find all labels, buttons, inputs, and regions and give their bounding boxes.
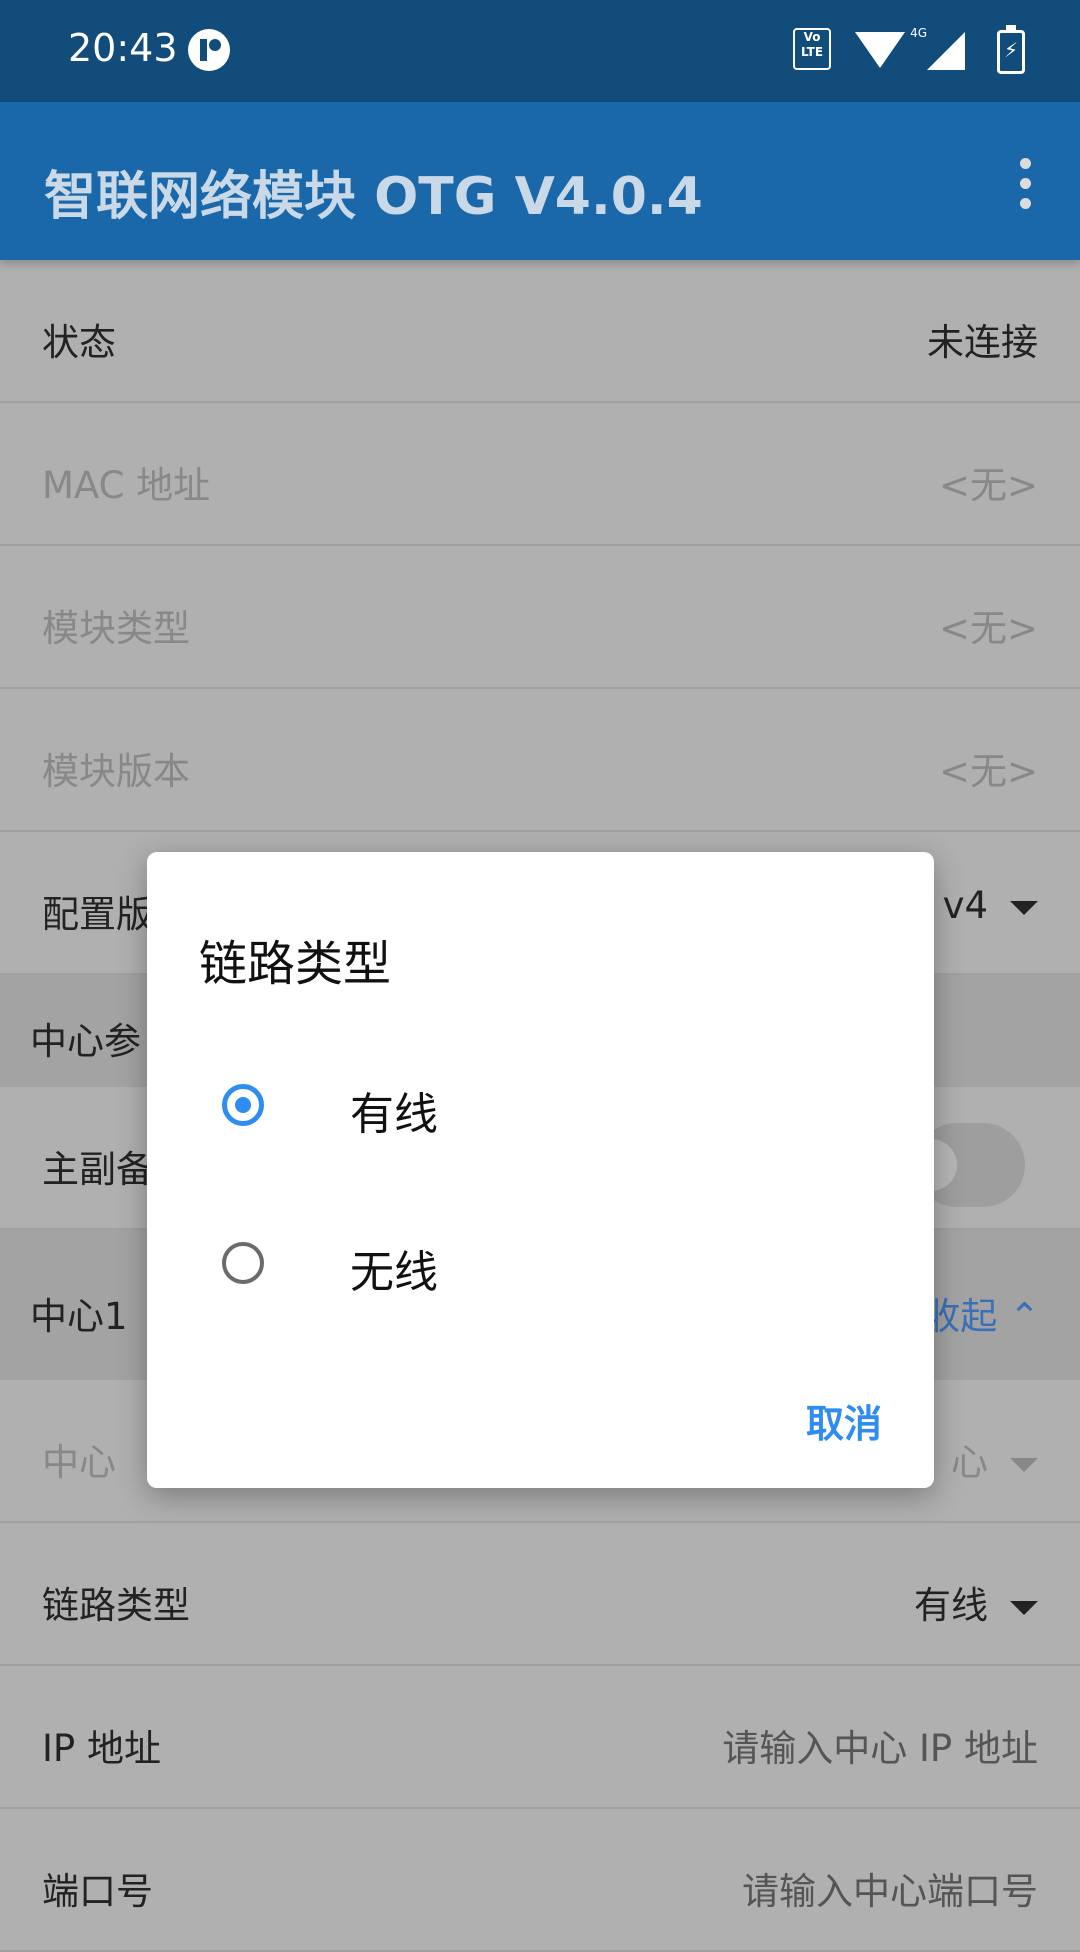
chevron-up-icon: ⌃ (1008, 1295, 1040, 1338)
option-wired[interactable]: 有线 (147, 1036, 934, 1176)
link-type-label: 链路类型 (42, 1584, 190, 1627)
battery-charging-icon: ⚡ (997, 25, 1025, 74)
radio-selected-icon[interactable] (222, 1084, 264, 1126)
link-type-value: 有线 (914, 1584, 988, 1627)
status-bar: 20:43 Vo LTE 4G ⚡ (0, 0, 1080, 102)
dialog-title: 链路类型 (199, 936, 392, 992)
ip-input[interactable]: 请输入中心 IP 地址 (722, 1718, 1038, 1772)
status-icons: Vo LTE 4G ⚡ (765, 25, 1025, 74)
page-title: 智联网络模块 OTG V4.0.4 (44, 167, 703, 227)
network-type-label: 4G (910, 26, 927, 40)
center-value: 心 (951, 1441, 988, 1484)
chevron-down-icon (1010, 900, 1038, 915)
clock: 20:43 (68, 26, 178, 70)
cancel-button[interactable]: 取消 (806, 1393, 882, 1448)
config-version-label: 配置版 (42, 893, 153, 936)
mac-value: <无> (938, 464, 1038, 507)
module-version-value: <无> (938, 750, 1038, 793)
main-backup-label: 主副备 (42, 1148, 153, 1191)
chevron-down-icon (1010, 1457, 1038, 1472)
status-label: 状态 (42, 321, 116, 364)
status-value: 未连接 (927, 321, 1038, 364)
config-version-value: v4 (942, 884, 988, 927)
mac-label: MAC 地址 (42, 464, 211, 507)
module-version-label: 模块版本 (42, 750, 190, 793)
center-select[interactable]: 心 (951, 1432, 1038, 1486)
link-type-dialog: 链路类型 有线 无线 取消 (147, 852, 934, 1488)
option-wireless[interactable]: 无线 (147, 1194, 934, 1334)
status-row: 状态 未连接 (0, 260, 1080, 403)
config-version-select[interactable]: v4 (943, 884, 1038, 927)
link-type-row[interactable]: 链路类型 有线 (0, 1523, 1080, 1666)
port-label: 端口号 (42, 1870, 153, 1913)
module-version-row: 模块版本 <无> (0, 689, 1080, 832)
center-label: 中心 (42, 1441, 116, 1484)
module-type-row: 模块类型 <无> (0, 546, 1080, 689)
collapse-label: 收起 (923, 1295, 998, 1338)
wifi-icon (855, 32, 905, 68)
option-wired-label: 有线 (350, 1089, 438, 1140)
volte-icon: Vo LTE (793, 28, 831, 70)
center-params-label: 中心参 (30, 1020, 141, 1063)
app-bar: 智联网络模块 OTG V4.0.4 (0, 102, 1080, 260)
center1-label: 中心1 (30, 1295, 128, 1338)
ip-label: IP 地址 (42, 1727, 161, 1770)
link-type-select[interactable]: 有线 (914, 1575, 1038, 1629)
mac-row: MAC 地址 <无> (0, 403, 1080, 546)
ip-row: IP 地址 请输入中心 IP 地址 (0, 1666, 1080, 1809)
cell-signal-icon (927, 32, 965, 70)
module-type-label: 模块类型 (42, 607, 190, 650)
port-input[interactable]: 请输入中心端口号 (742, 1861, 1038, 1915)
port-row: 端口号 请输入中心端口号 (0, 1809, 1080, 1952)
app-notification-icon (188, 29, 230, 71)
option-wireless-label: 无线 (350, 1247, 438, 1298)
chevron-down-icon (1010, 1600, 1038, 1615)
more-options-icon[interactable] (1020, 158, 1034, 209)
radio-unselected-icon[interactable] (222, 1242, 264, 1284)
module-type-value: <无> (938, 607, 1038, 650)
collapse-button[interactable]: 收起 ⌃ (923, 1286, 1040, 1340)
